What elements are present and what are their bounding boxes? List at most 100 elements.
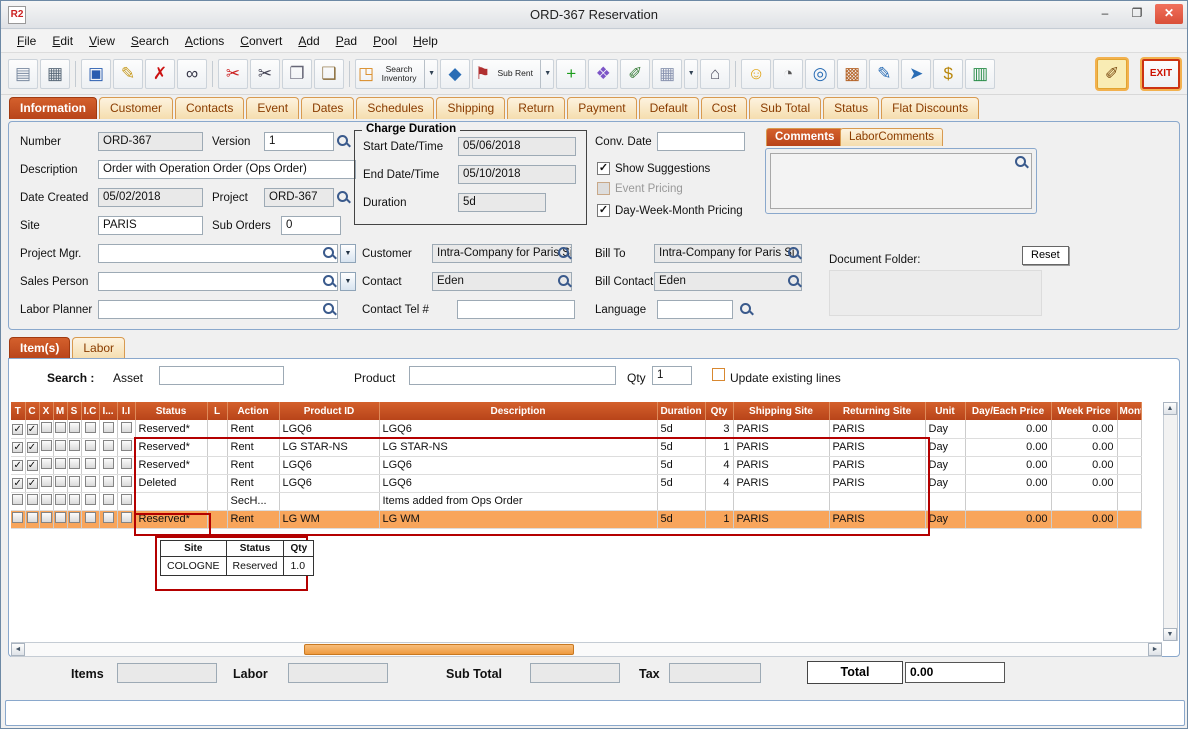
row-checkbox[interactable] (85, 512, 96, 523)
scroll-right-arrow-icon[interactable]: ► (1148, 643, 1162, 656)
horizontal-scrollbar[interactable]: ◄ ► (11, 642, 1162, 657)
labor-planner-search-icon[interactable] (322, 302, 336, 316)
comments-search-icon[interactable] (1014, 155, 1028, 169)
cell-description[interactable]: Items added from Ops Order (379, 492, 657, 510)
cell-month[interactable] (1117, 456, 1141, 474)
row-checkbox[interactable] (69, 494, 80, 505)
sales-person-dropdown[interactable]: ▼ (340, 272, 356, 291)
cell-day_price[interactable]: 0.00 (965, 510, 1051, 528)
toolbar-button-group[interactable]: ❖ (588, 59, 618, 89)
row-checkbox[interactable] (121, 422, 132, 433)
row-checkbox[interactable] (27, 512, 38, 523)
toolbar-button-cut-document[interactable]: ✂ (218, 59, 248, 89)
qty-input[interactable]: 1 (652, 366, 692, 385)
cell-unit[interactable]: Day (925, 420, 965, 438)
toolbar-button-print[interactable]: ▦ (40, 59, 70, 89)
toolbar-button-new-document[interactable]: ▤ (8, 59, 38, 89)
toolbar-button-search-inventory[interactable]: ◳Search Inventory▼ (355, 59, 438, 89)
cell-action[interactable]: Rent (227, 438, 279, 456)
items-total-field[interactable] (117, 663, 217, 683)
row-checkbox[interactable] (103, 458, 114, 469)
menu-item-view[interactable]: View (81, 32, 123, 50)
tab-payment[interactable]: Payment (567, 97, 636, 119)
sub-orders-field[interactable]: 0 (281, 216, 341, 235)
table-row[interactable]: ✓✓DeletedRentLGQ6LGQ65d4PARISPARISDay0.0… (11, 474, 1141, 492)
version-search-icon[interactable] (336, 134, 350, 148)
row-checkbox[interactable] (12, 512, 23, 523)
cell-product_id[interactable]: LGQ6 (279, 420, 379, 438)
column-header[interactable]: Day/Each Price (965, 402, 1051, 420)
toolbar-button-site[interactable]: ⌂ (700, 59, 730, 89)
column-header[interactable]: Shipping Site (733, 402, 829, 420)
row-checkbox[interactable] (121, 494, 132, 505)
tab-shipping[interactable]: Shipping (436, 97, 505, 119)
table-row[interactable]: ✓✓Reserved*RentLGQ6LGQ65d4PARISPARISDay0… (11, 456, 1141, 474)
row-checkbox[interactable] (41, 458, 52, 469)
cell-returning_site[interactable]: PARIS (829, 420, 925, 438)
asset-search-input[interactable] (159, 366, 284, 385)
description-field[interactable]: Order with Operation Order (Ops Order) (98, 160, 356, 179)
labor-planner-field[interactable] (98, 300, 338, 319)
column-header[interactable]: Week Price (1051, 402, 1117, 420)
toolbar-button-worksheet[interactable]: ✎ (869, 59, 899, 89)
column-header[interactable]: L (207, 402, 227, 420)
row-checkbox[interactable]: ✓ (27, 424, 38, 435)
row-checkbox[interactable] (55, 422, 66, 433)
project-mgr-dropdown[interactable]: ▼ (340, 244, 356, 263)
scroll-left-arrow-icon[interactable]: ◄ (11, 643, 25, 656)
cell-month[interactable] (1117, 438, 1141, 456)
toolbar-button-copy[interactable]: ❐ (282, 59, 312, 89)
toolbar-button-find[interactable]: ∞ (177, 59, 207, 89)
column-header[interactable]: T (11, 402, 25, 420)
sub-total-field[interactable] (530, 663, 620, 683)
search-inventory-dropdown-icon[interactable]: ▼ (424, 60, 435, 88)
row-checkbox[interactable] (41, 512, 52, 523)
cell-returning_site[interactable]: PARIS (829, 510, 925, 528)
row-checkbox[interactable] (103, 494, 114, 505)
menu-item-edit[interactable]: Edit (44, 32, 81, 50)
toolbar-button-note[interactable]: ✐ (620, 59, 650, 89)
customer-field[interactable]: Intra-Company for Paris Si (432, 244, 572, 263)
show-suggestions-checkbox[interactable]: ✓ (597, 162, 610, 175)
row-checkbox[interactable] (69, 458, 80, 469)
column-header[interactable]: S (67, 402, 81, 420)
number-field[interactable]: ORD-367 (98, 132, 203, 151)
menu-item-help[interactable]: Help (405, 32, 446, 50)
toolbar-button-highlight[interactable]: ✐ (1097, 59, 1127, 89)
row-checkbox[interactable] (69, 422, 80, 433)
row-checkbox[interactable] (121, 440, 132, 451)
cell-product_id[interactable]: LG STAR-NS (279, 438, 379, 456)
row-checkbox[interactable] (103, 476, 114, 487)
cell-action[interactable]: Rent (227, 456, 279, 474)
cell-action[interactable]: SecH... (227, 492, 279, 510)
version-field[interactable]: 1 (264, 132, 334, 151)
sales-person-search-icon[interactable] (322, 274, 336, 288)
toolbar-button-disc[interactable]: ◎ (805, 59, 835, 89)
cell-status[interactable] (135, 492, 207, 510)
column-header[interactable]: Returning Site (829, 402, 925, 420)
tab-sub-total[interactable]: Sub Total (749, 97, 821, 119)
cell-day_price[interactable]: 0.00 (965, 456, 1051, 474)
tab-items[interactable]: Item(s) (9, 337, 70, 359)
column-header[interactable]: M (53, 402, 67, 420)
cell-status[interactable]: Reserved* (135, 420, 207, 438)
cell-unit[interactable]: Day (925, 456, 965, 474)
menu-item-pool[interactable]: Pool (365, 32, 405, 50)
toolbar-button-transfer[interactable]: ➤ (901, 59, 931, 89)
cell-returning_site[interactable]: PARIS (829, 474, 925, 492)
contact-tel-field[interactable] (457, 300, 575, 319)
cell-week_price[interactable]: 0.00 (1051, 474, 1117, 492)
column-header[interactable]: Month (1117, 402, 1141, 420)
row-checkbox[interactable] (55, 440, 66, 451)
toolbar-button-smiley[interactable]: ☺ (741, 59, 771, 89)
cell-month[interactable] (1117, 510, 1141, 528)
row-checkbox[interactable] (103, 512, 114, 523)
day-week-month-checkbox[interactable]: ✓ (597, 204, 610, 217)
row-checkbox[interactable] (41, 422, 52, 433)
project-search-icon[interactable] (336, 190, 350, 204)
cell-duration[interactable]: 5d (657, 420, 705, 438)
column-header[interactable]: X (39, 402, 53, 420)
bill-to-search-icon[interactable] (787, 246, 801, 260)
column-header[interactable]: C (25, 402, 39, 420)
cell-l[interactable] (207, 438, 227, 456)
